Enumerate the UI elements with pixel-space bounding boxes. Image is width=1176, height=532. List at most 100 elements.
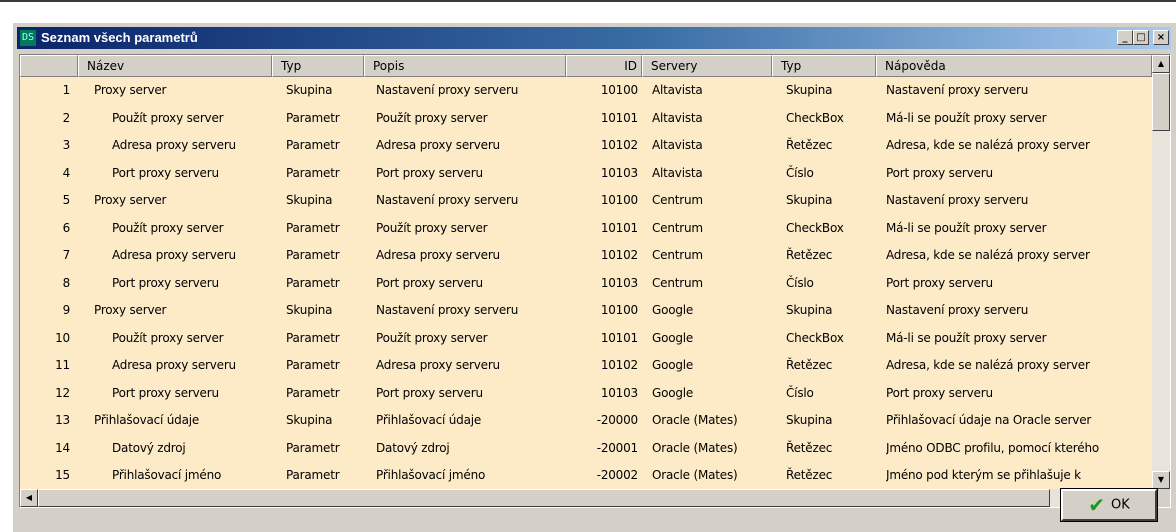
- table-row[interactable]: 4 Port proxy serveru Parametr Port proxy se…: [20, 160, 1152, 187]
- vertical-scrollbar[interactable]: ▲ ▼: [1152, 55, 1170, 489]
- param-type: Skupina: [286, 83, 333, 97]
- param-type: Skupina: [286, 413, 333, 427]
- param-id: 10100: [600, 193, 638, 207]
- horizontal-scroll-thumb[interactable]: [38, 489, 1050, 507]
- param-description: Použít proxy server: [376, 220, 488, 235]
- param-server: Centrum: [652, 220, 703, 235]
- param-name: Adresa proxy serveru: [112, 358, 236, 372]
- param-help: Port proxy serveru: [886, 165, 993, 180]
- param-description: Přihlašovací jméno: [376, 468, 486, 482]
- param-value-type: Řetězec: [786, 248, 833, 262]
- row-number: 5: [62, 193, 70, 207]
- row-number: 7: [62, 248, 70, 262]
- param-type: Parametr: [286, 110, 340, 125]
- table-row[interactable]: 8 Port proxy serveru Parametr Port proxy se…: [20, 270, 1152, 297]
- param-value-type: Skupina: [786, 83, 833, 97]
- param-value-type: Číslo: [786, 165, 814, 180]
- param-id: 10102: [600, 138, 638, 152]
- table-row[interactable]: 10 Použít proxy server Parametr Použít prox…: [20, 325, 1152, 352]
- scroll-left-arrow-icon[interactable]: ◀: [20, 489, 38, 507]
- table-row[interactable]: 14 Datový zdroj Parametr Datový zdroj -20001…: [20, 435, 1152, 462]
- param-value-type: Skupina: [786, 193, 833, 207]
- param-description: Adresa proxy serveru: [376, 138, 500, 152]
- col-header-servers[interactable]: Servery: [642, 55, 772, 77]
- row-number: 6: [62, 220, 70, 235]
- param-description: Port proxy serveru: [376, 165, 483, 180]
- param-help: Jméno ODBC profilu, pomocí kterého: [886, 440, 1100, 455]
- horizontal-scrollbar[interactable]: ◀ ▶: [20, 489, 1152, 507]
- param-value-type: Číslo: [786, 275, 814, 290]
- param-name: Port proxy serveru: [112, 165, 219, 180]
- param-help: Port proxy serveru: [886, 385, 993, 400]
- parameters-dialog: DS Seznam všech parametrů _ □ × Název Ty…: [12, 22, 1176, 532]
- table-row[interactable]: 12 Port proxy serveru Parametr Port proxy s…: [20, 380, 1152, 407]
- table-row[interactable]: 6 Použít proxy server Parametr Použít proxy…: [20, 215, 1152, 242]
- param-help: Má-li se použít proxy server: [886, 220, 1047, 235]
- param-type: Parametr: [286, 165, 340, 180]
- close-button[interactable]: ×: [1153, 30, 1169, 45]
- param-id: -20000: [596, 413, 638, 427]
- param-help: Jméno pod kterým se přihlašuje k: [886, 468, 1081, 482]
- col-header-row-number[interactable]: [20, 55, 78, 77]
- param-type: Parametr: [286, 275, 340, 290]
- param-help: Má-li se použít proxy server: [886, 330, 1047, 345]
- param-name: Proxy server: [94, 193, 167, 207]
- title-bar[interactable]: DS Seznam všech parametrů _ □ ×: [17, 27, 1171, 49]
- param-help: Adresa, kde se nalézá proxy server: [886, 138, 1090, 152]
- param-description: Přihlašovací údaje: [376, 413, 482, 427]
- param-help: Nastavení proxy serveru: [886, 303, 1029, 317]
- param-server: Centrum: [652, 248, 703, 262]
- row-number: 10: [55, 330, 70, 345]
- maximize-button[interactable]: □: [1133, 30, 1149, 45]
- param-server: Google: [652, 330, 694, 345]
- table-row[interactable]: 11 Adresa proxy serveru Parametr Adresa pro…: [20, 352, 1152, 379]
- param-description: Port proxy serveru: [376, 385, 483, 400]
- table-row[interactable]: 2 Použít proxy server Parametr Použít proxy…: [20, 105, 1152, 132]
- row-number: 15: [55, 468, 70, 482]
- table-row[interactable]: 13 Přihlašovací údaje Skupina Přihlašovací …: [20, 407, 1152, 434]
- param-server: Google: [652, 358, 694, 372]
- col-header-value-type[interactable]: Typ: [772, 55, 876, 77]
- param-type: Parametr: [286, 220, 340, 235]
- param-server: Altavista: [652, 110, 703, 125]
- param-server: Oracle (Mates): [652, 413, 738, 427]
- col-header-type[interactable]: Typ: [272, 55, 364, 77]
- col-header-id[interactable]: ID: [566, 55, 642, 77]
- param-name: Port proxy serveru: [112, 275, 219, 290]
- vertical-scroll-thumb[interactable]: [1152, 73, 1170, 131]
- param-name: Proxy server: [94, 303, 167, 317]
- row-number: 1: [62, 83, 70, 97]
- param-name: Adresa proxy serveru: [112, 248, 236, 262]
- param-type: Parametr: [286, 330, 340, 345]
- param-server: Altavista: [652, 165, 703, 180]
- col-header-name[interactable]: Název: [78, 55, 272, 77]
- param-type: Parametr: [286, 248, 340, 262]
- param-type: Skupina: [286, 303, 333, 317]
- ok-label: OK: [1111, 497, 1130, 513]
- checkmark-icon: ✔: [1088, 493, 1105, 517]
- table-row[interactable]: 7 Adresa proxy serveru Parametr Adresa prox…: [20, 242, 1152, 269]
- ok-button[interactable]: ✔ OK: [1060, 488, 1158, 522]
- minimize-button[interactable]: _: [1117, 30, 1133, 45]
- table-row[interactable]: 5 Proxy server Skupina Nastavení proxy serv…: [20, 187, 1152, 214]
- table-row[interactable]: 1 Proxy server Skupina Nastavení proxy serv…: [20, 77, 1152, 104]
- scroll-up-arrow-icon[interactable]: ▲: [1152, 55, 1170, 73]
- col-header-help[interactable]: Nápověda: [876, 55, 1152, 77]
- param-id: 10102: [600, 248, 638, 262]
- param-server: Oracle (Mates): [652, 468, 738, 482]
- table-row[interactable]: 9 Proxy server Skupina Nastavení proxy serv…: [20, 297, 1152, 324]
- param-id: 10101: [600, 330, 638, 345]
- param-server: Centrum: [652, 275, 703, 290]
- param-description: Adresa proxy serveru: [376, 358, 500, 372]
- param-name: Proxy server: [94, 83, 167, 97]
- param-value-type: CheckBox: [786, 110, 844, 125]
- col-header-description[interactable]: Popis: [364, 55, 566, 77]
- param-description: Nastavení proxy serveru: [376, 193, 519, 207]
- row-number: 12: [55, 385, 70, 400]
- param-server: Altavista: [652, 83, 703, 97]
- table-row[interactable]: 15 Přihlašovací jméno Parametr Přihlašovací…: [20, 462, 1152, 489]
- grid-body: 1 Proxy server Skupina Nastavení proxy serv…: [20, 77, 1152, 489]
- scroll-down-arrow-icon[interactable]: ▼: [1152, 471, 1170, 489]
- parameters-grid: Název Typ Popis ID Servery Typ Nápověda …: [19, 54, 1171, 508]
- table-row[interactable]: 3 Adresa proxy serveru Parametr Adresa prox…: [20, 132, 1152, 159]
